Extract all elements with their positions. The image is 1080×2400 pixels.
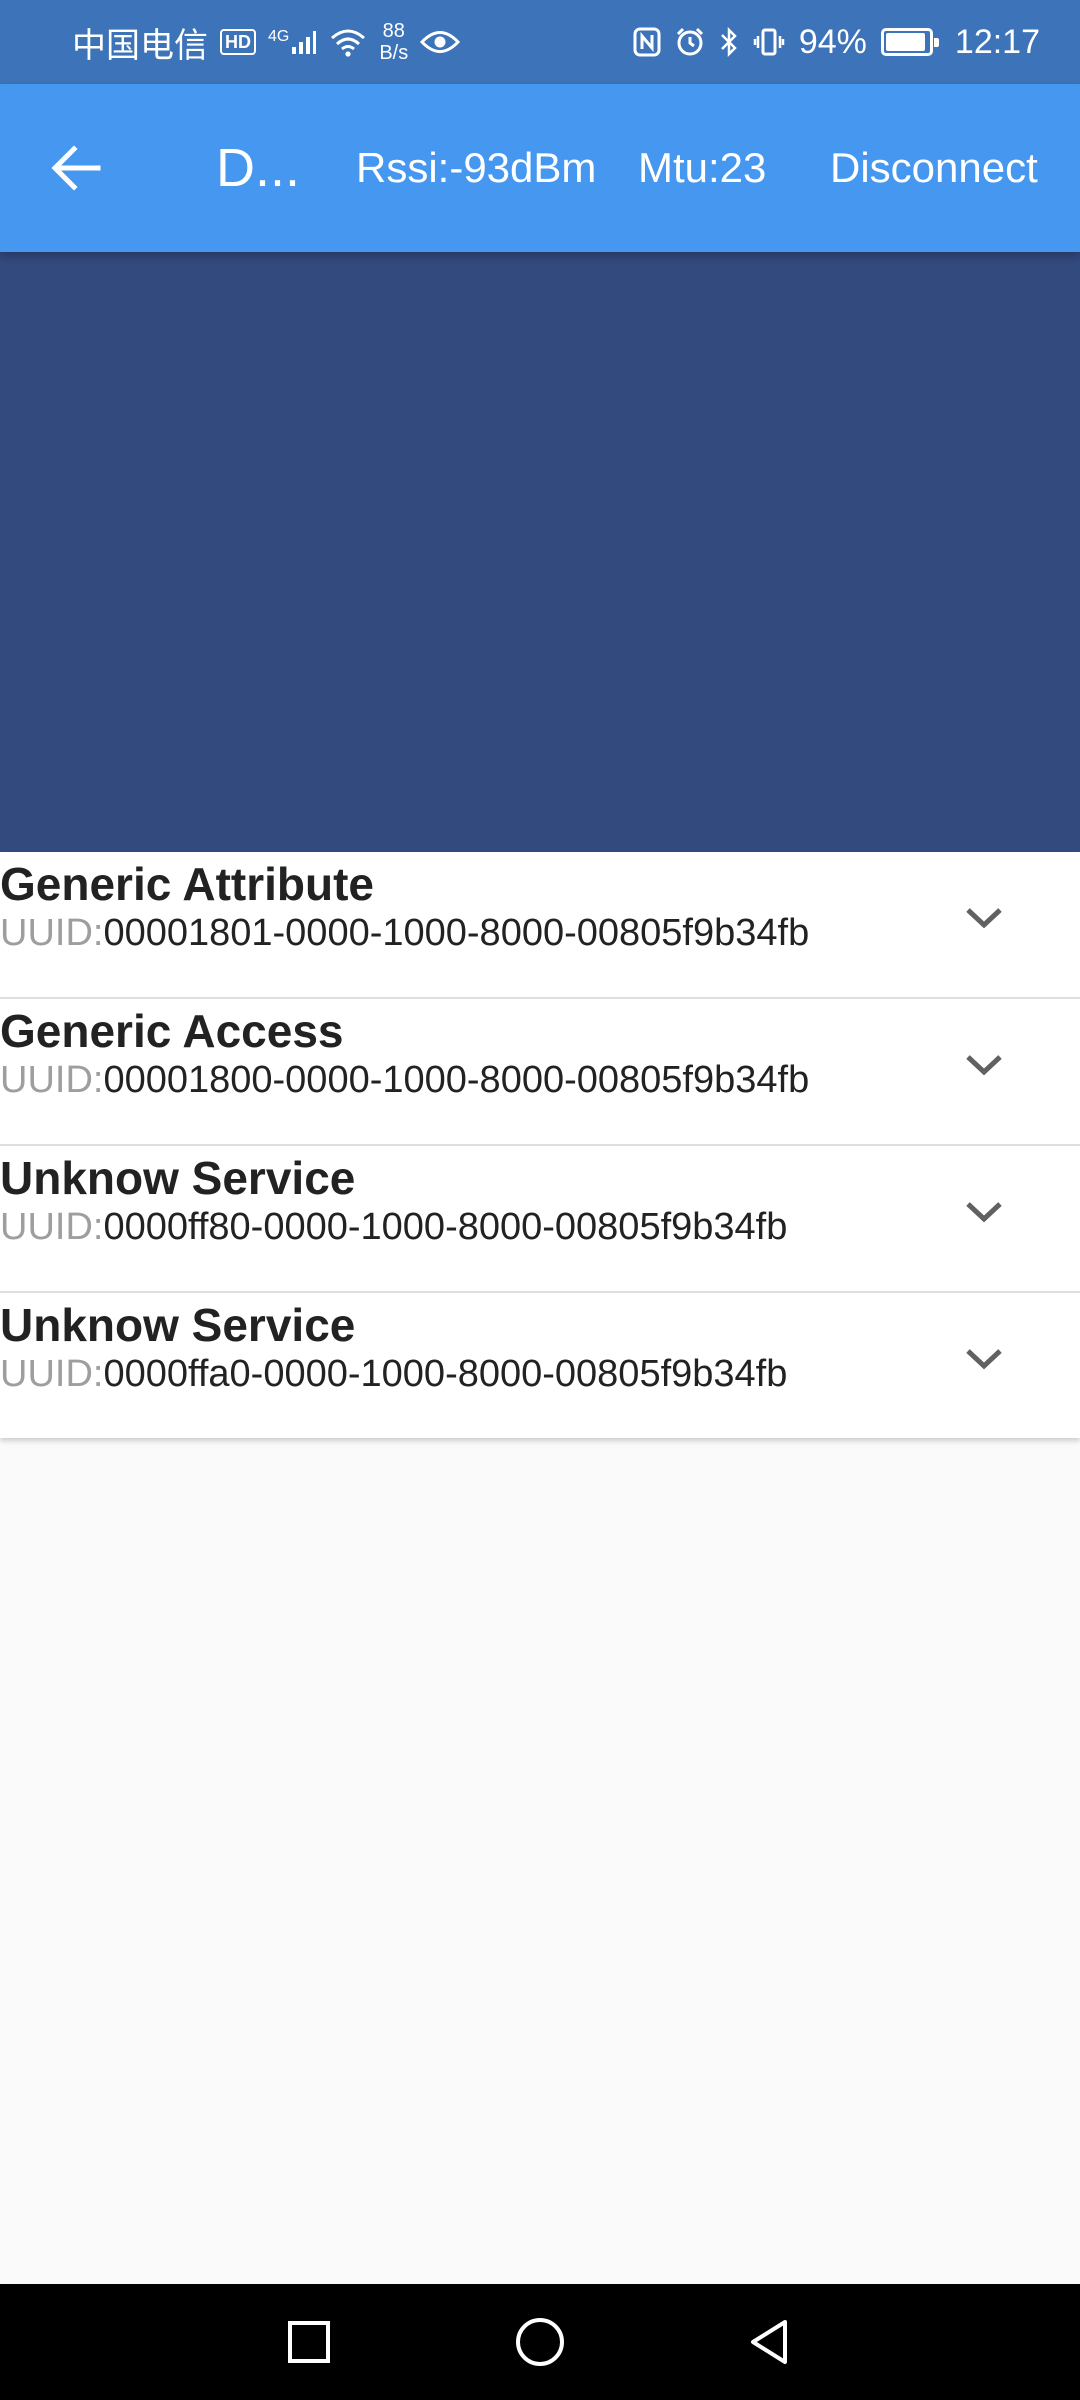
service-item-unknown-ff80[interactable]: Unknow Service UUID:0000ff80-0000-1000-8… (0, 1146, 1080, 1293)
vibrate-icon (753, 27, 785, 57)
device-title: D... (216, 138, 301, 198)
eye-icon (420, 29, 461, 55)
service-item-unknown-ffa0[interactable]: Unknow Service UUID:0000ffa0-0000-1000-8… (0, 1293, 1080, 1438)
status-bar: 中国电信 HD 4G 88 B/s 94% 12:17 (0, 0, 1080, 84)
service-uuid-row: UUID:0000ff80-0000-1000-8000-00805f9b34f… (0, 1202, 787, 1252)
uuid-label: UUID: (0, 1059, 104, 1101)
back-button[interactable] (36, 128, 116, 208)
uuid-label: UUID: (0, 1206, 104, 1248)
service-uuid-row: UUID:00001800-0000-1000-8000-00805f9b34f… (0, 1055, 809, 1105)
network-type: 4G (268, 28, 290, 45)
service-item-generic-attribute[interactable]: Generic Attribute UUID:00001801-0000-100… (0, 852, 1080, 999)
service-name: Unknow Service (0, 1299, 356, 1351)
service-uuid-row: UUID:0000ffa0-0000-1000-8000-00805f9b34f… (0, 1349, 787, 1399)
disconnect-button[interactable]: Disconnect (830, 142, 1038, 194)
nfc-icon (633, 27, 661, 57)
app-bar: D... Rssi:-93dBm Mtu:23 Disconnect (0, 84, 1080, 252)
rssi-value: Rssi:-93dBm (356, 144, 597, 191)
carrier-name: 中国电信 (72, 26, 208, 65)
service-uuid: 00001801-0000-1000-8000-00805f9b34fb (103, 912, 810, 954)
bluetooth-icon (719, 27, 739, 57)
device-info-panel (0, 252, 1080, 852)
service-uuid: 0000ff80-0000-1000-8000-00805f9b34fb (103, 1206, 788, 1248)
circle-icon (516, 2318, 564, 2366)
system-navigation-bar (0, 2284, 1080, 2400)
battery-icon (880, 28, 939, 56)
square-icon (288, 2321, 330, 2363)
service-uuid: 00001800-0000-1000-8000-00805f9b34fb (103, 1059, 810, 1101)
back-nav-button[interactable] (735, 2308, 803, 2376)
arrow-left-icon (51, 145, 101, 191)
net-speed: 88 B/s (379, 20, 408, 64)
chevron-down-icon[interactable] (956, 1184, 1012, 1240)
uuid-label: UUID: (0, 1353, 104, 1395)
service-uuid: 0000ffa0-0000-1000-8000-00805f9b34fb (103, 1353, 788, 1395)
home-button[interactable] (506, 2308, 574, 2376)
service-uuid-row: UUID:00001801-0000-1000-8000-00805f9b34f… (0, 908, 809, 958)
service-list: Generic Attribute UUID:00001801-0000-100… (0, 852, 1080, 1438)
net-speed-unit: B/s (379, 42, 409, 64)
wifi-icon (329, 27, 367, 57)
clock: 12:17 (954, 22, 1040, 61)
service-name: Generic Attribute (0, 858, 375, 910)
chevron-down-icon[interactable] (956, 890, 1012, 946)
chevron-down-icon[interactable] (956, 1331, 1012, 1387)
service-name: Generic Access (0, 1005, 344, 1057)
service-item-generic-access[interactable]: Generic Access UUID:00001800-0000-1000-8… (0, 999, 1080, 1146)
chevron-down-icon[interactable] (956, 1037, 1012, 1093)
hd-badge: HD (220, 29, 256, 55)
battery-percent: 94% (798, 22, 867, 61)
mtu-value: Mtu:23 (638, 144, 767, 191)
service-name: Unknow Service (0, 1152, 356, 1204)
uuid-label: UUID: (0, 912, 104, 954)
battery-level (885, 33, 926, 51)
net-speed-value: 88 (382, 20, 405, 42)
triangle-back-icon (751, 2320, 787, 2364)
signal-icon: 4G (268, 29, 317, 55)
alarm-icon (675, 27, 705, 57)
recents-button[interactable] (275, 2308, 343, 2376)
